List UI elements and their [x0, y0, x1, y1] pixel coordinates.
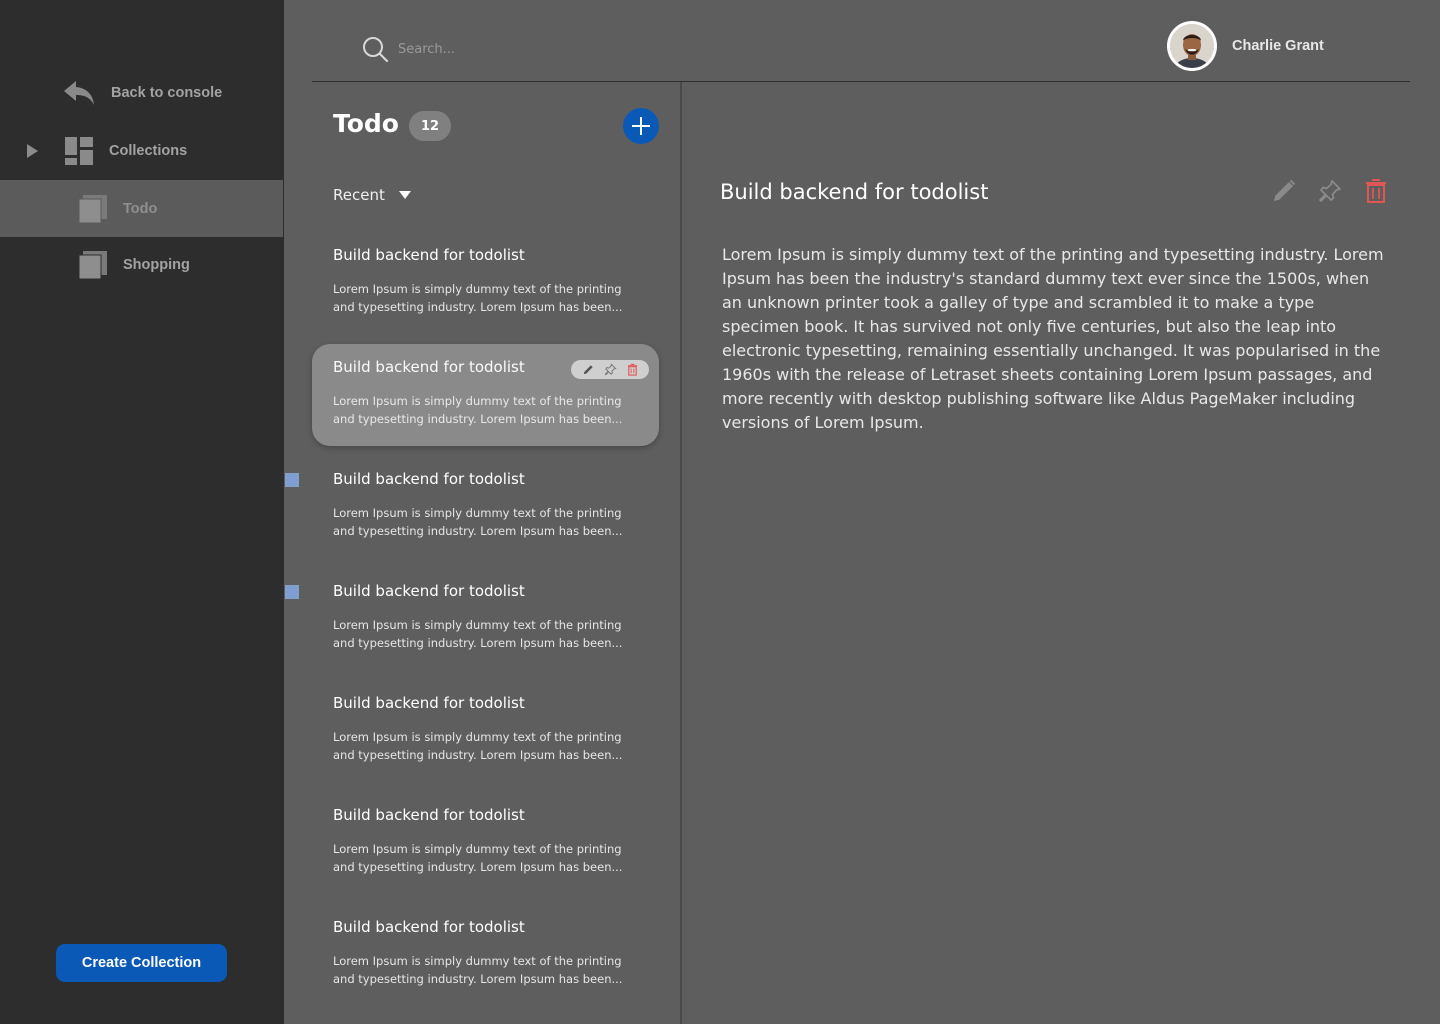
- list-item[interactable]: Build backend for todolist Lorem Ipsum i…: [312, 680, 659, 782]
- header-divider: [312, 81, 1410, 82]
- item-description: Lorem Ipsum is simply dummy text of the …: [333, 618, 623, 650]
- list-title: Todo: [333, 109, 399, 138]
- item-description: Lorem Ipsum is simply dummy text of the …: [333, 394, 623, 426]
- collections-toggle[interactable]: Collections: [0, 132, 284, 170]
- pin-icon[interactable]: [1317, 178, 1343, 204]
- sort-label: Recent: [333, 186, 385, 204]
- list-item[interactable]: Build backend for todolist Lorem Ipsum i…: [312, 232, 659, 334]
- sidebar-item-label: Todo: [123, 200, 158, 217]
- trash-icon[interactable]: [626, 363, 639, 376]
- list-item[interactable]: Build backend for todolist Lorem Ipsum i…: [312, 456, 659, 558]
- user-name[interactable]: Charlie Grant: [1232, 38, 1324, 54]
- column-divider: [680, 82, 682, 1024]
- item-action-bar: [571, 360, 649, 379]
- expand-arrow-icon: [27, 144, 38, 158]
- add-todo-button[interactable]: [623, 108, 659, 144]
- item-description: Lorem Ipsum is simply dummy text of the …: [333, 282, 623, 314]
- sidebar: Back to console Collections Todo Shoppin…: [0, 0, 284, 1024]
- item-title: Build backend for todolist: [333, 806, 525, 824]
- list-item[interactable]: Build backend for todolist Lorem Ipsum i…: [312, 792, 659, 894]
- sidebar-item-label: Shopping: [123, 256, 190, 273]
- avatar[interactable]: [1167, 21, 1217, 71]
- sidebar-item-todo[interactable]: Todo: [0, 180, 283, 237]
- search-icon[interactable]: [361, 35, 389, 63]
- stacked-squares-icon: [78, 250, 107, 279]
- detail-title: Build backend for todolist: [720, 180, 989, 204]
- pencil-icon[interactable]: [582, 363, 595, 376]
- list-item[interactable]: Build backend for todolist Lorem Ipsum i…: [312, 568, 659, 670]
- item-title: Build backend for todolist: [333, 918, 525, 936]
- back-to-console-label: Back to console: [111, 85, 223, 101]
- sidebar-item-shopping[interactable]: Shopping: [0, 236, 283, 293]
- collections-label: Collections: [109, 143, 188, 159]
- item-title: Build backend for todolist: [333, 246, 525, 264]
- detail-body: Lorem Ipsum is simply dummy text of the …: [722, 245, 1384, 432]
- sort-dropdown[interactable]: Recent: [333, 186, 411, 204]
- selection-marker: [285, 585, 299, 599]
- create-collection-button[interactable]: Create Collection: [56, 944, 227, 982]
- list-item[interactable]: Build backend for todolist Lorem Ipsum i…: [312, 904, 659, 1006]
- item-description: Lorem Ipsum is simply dummy text of the …: [333, 954, 623, 986]
- list-item[interactable]: Build backend for todolist Lorem Ipsum i…: [312, 344, 659, 446]
- pencil-icon[interactable]: [1271, 178, 1297, 204]
- item-title: Build backend for todolist: [333, 470, 525, 488]
- reply-arrow-icon: [64, 81, 94, 105]
- item-description: Lorem Ipsum is simply dummy text of the …: [333, 842, 623, 874]
- dashboard-icon: [65, 137, 93, 165]
- selection-marker: [285, 473, 299, 487]
- item-title: Build backend for todolist: [333, 582, 525, 600]
- pin-icon[interactable]: [604, 363, 617, 376]
- search-input[interactable]: [398, 36, 698, 62]
- item-title: Build backend for todolist: [333, 358, 525, 376]
- item-title: Build backend for todolist: [333, 694, 525, 712]
- back-to-console-button[interactable]: Back to console: [62, 78, 222, 108]
- item-description: Lorem Ipsum is simply dummy text of the …: [333, 506, 623, 538]
- count-badge: 12: [409, 111, 451, 141]
- caret-down-icon: [398, 191, 411, 199]
- trash-icon[interactable]: [1363, 178, 1389, 204]
- item-description: Lorem Ipsum is simply dummy text of the …: [333, 730, 623, 762]
- stacked-squares-icon: [78, 194, 107, 223]
- user-photo: [1170, 24, 1214, 68]
